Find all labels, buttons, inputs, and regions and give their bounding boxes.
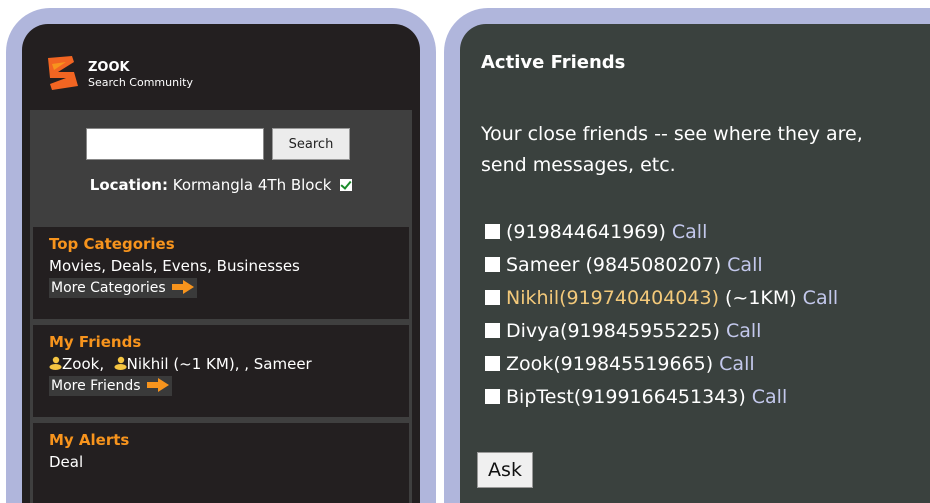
location-label: Location:: [89, 176, 168, 194]
top-categories-section: Top Categories Movies, Deals, Evens, Bus…: [30, 224, 412, 322]
intro-text: Your close friends -- see where they are…: [481, 123, 863, 176]
friend-row: BipTest(9199166451343) Call: [485, 380, 838, 413]
friend-name: BipTest(9199166451343): [506, 385, 746, 408]
friend-checkbox[interactable]: [485, 389, 500, 404]
arrow-right-icon: [146, 378, 169, 392]
search-panel: Search Location: Kormangla 4Th Block: [30, 110, 412, 224]
my-alerts-section: My Alerts Deal: [30, 420, 412, 503]
top-categories-title: Top Categories: [49, 235, 175, 253]
my-alerts-title: My Alerts: [49, 431, 130, 449]
my-friends-section: My Friends Zook, Nikhil (~1 KM), , Samee…: [30, 322, 412, 420]
brand-tagline: Search Community: [88, 76, 193, 89]
more-categories-label: More Categories: [51, 280, 166, 296]
my-friends-title: My Friends: [49, 333, 142, 351]
friend-checkbox[interactable]: [485, 290, 500, 305]
location-line: Location: Kormangla 4Th Block: [30, 176, 412, 194]
call-link[interactable]: Call: [803, 287, 838, 309]
friend-checkbox[interactable]: [485, 224, 500, 239]
call-link[interactable]: Call: [719, 353, 754, 375]
friend-name: (919844641969): [506, 220, 666, 243]
more-friends-link[interactable]: More Friends: [49, 376, 172, 396]
zook-logo-icon: [48, 56, 78, 90]
active-friends-list: (919844641969) Call Sameer (9845080207) …: [485, 215, 838, 413]
call-link[interactable]: Call: [672, 221, 707, 243]
call-link[interactable]: Call: [752, 386, 787, 408]
location-value: Kormangla 4Th Block: [172, 176, 332, 194]
friend-distance: (~1KM): [724, 286, 797, 309]
checkbox-checked-icon[interactable]: [340, 179, 353, 191]
friend-row: Zook(919845519665) Call: [485, 347, 838, 380]
search-button[interactable]: Search: [272, 128, 350, 160]
left-phone-frame: ZOOK Search Community Search Location: K…: [6, 8, 436, 503]
friend-name: Sameer (9845080207): [506, 253, 722, 276]
friend-name-zook[interactable]: Zook,: [62, 355, 104, 373]
my-alerts-list[interactable]: Deal: [49, 451, 409, 473]
friend-name: Divya(919845955225): [506, 319, 720, 342]
friend-checkbox[interactable]: [485, 257, 500, 272]
page-title: Active Friends: [481, 52, 626, 73]
friend-icon: [114, 356, 127, 370]
friend-row: Nikhil(919740404043) (~1KM) Call: [485, 281, 838, 314]
friend-name-nikhil[interactable]: Nikhil (~1 KM), , Sameer: [127, 355, 312, 373]
top-categories-list[interactable]: Movies, Deals, Evens, Businesses: [49, 255, 409, 277]
more-categories-link[interactable]: More Categories: [49, 278, 198, 298]
search-input[interactable]: [86, 128, 264, 160]
friend-checkbox[interactable]: [485, 356, 500, 371]
friend-row: Sameer (9845080207) Call: [485, 248, 838, 281]
call-link[interactable]: Call: [727, 254, 762, 276]
ask-button[interactable]: Ask: [477, 452, 533, 488]
friend-row: Divya(919845955225) Call: [485, 314, 838, 347]
brand-name: ZOOK: [88, 60, 130, 75]
right-phone-frame: Active Friends Your close friends -- see…: [444, 8, 930, 503]
left-phone-screen: ZOOK Search Community Search Location: K…: [22, 24, 420, 503]
friend-row: (919844641969) Call: [485, 215, 838, 248]
my-friends-list: Zook, Nikhil (~1 KM), , Sameer: [49, 353, 409, 375]
call-link[interactable]: Call: [726, 320, 761, 342]
friend-name: Zook(919845519665): [506, 352, 714, 375]
friend-checkbox[interactable]: [485, 323, 500, 338]
arrow-right-icon: [172, 280, 195, 294]
active-friends-screen: Active Friends Your close friends -- see…: [460, 24, 930, 503]
more-friends-label: More Friends: [51, 378, 141, 394]
friend-name-highlighted[interactable]: Nikhil(919740404043): [506, 287, 719, 309]
friend-icon: [49, 356, 62, 370]
